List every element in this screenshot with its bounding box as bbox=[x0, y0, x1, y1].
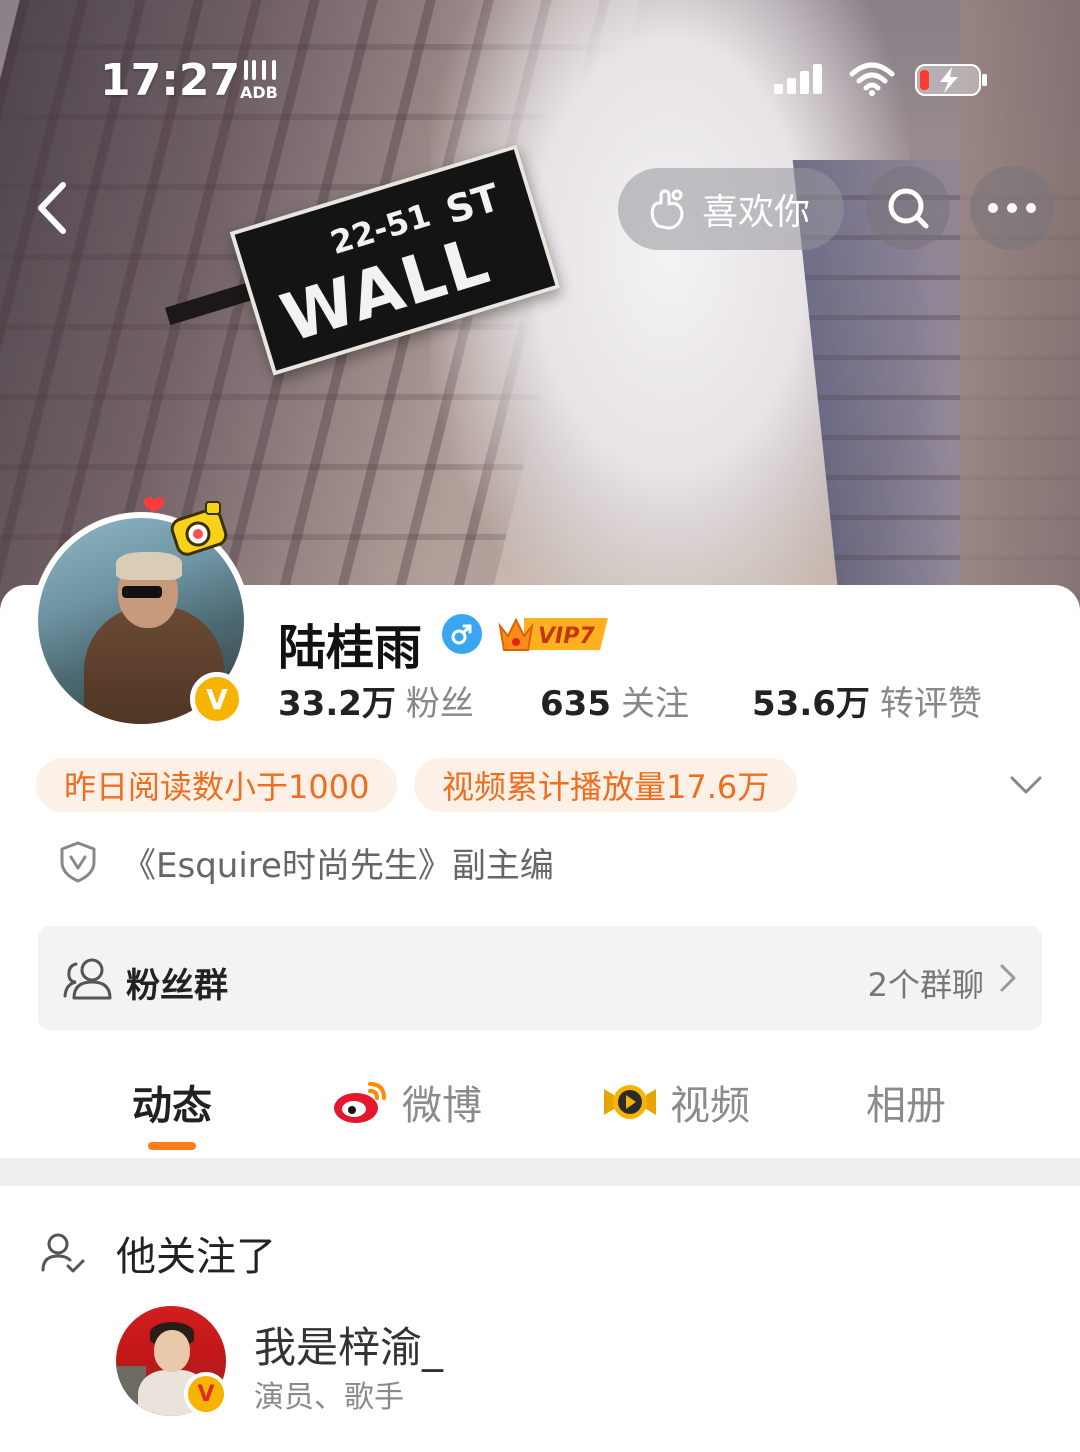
video-logo-icon bbox=[604, 1085, 656, 1119]
tab-album[interactable]: 相册 bbox=[866, 1074, 946, 1130]
tab-weibo[interactable]: 微博 bbox=[332, 1074, 482, 1130]
stat-following[interactable]: 635 关注 bbox=[540, 676, 689, 725]
followed-user-desc: 演员、歌手 bbox=[254, 1380, 404, 1415]
stat-interactions[interactable]: 53.6万 转评赞 bbox=[752, 676, 982, 725]
like-you-label: 喜欢你 bbox=[702, 192, 811, 233]
vip-label: VIP7 bbox=[538, 624, 595, 649]
followed-user-verified-badge: V bbox=[184, 1372, 228, 1416]
followed-header: 他关注了 bbox=[40, 1226, 276, 1280]
weibo-logo-icon bbox=[334, 1082, 386, 1123]
stat-fans-label: 粉丝 bbox=[405, 684, 474, 724]
group-users-icon bbox=[63, 958, 112, 1000]
tab-activity[interactable]: 动态 bbox=[132, 1074, 212, 1130]
fan-group-title: 粉丝群 bbox=[126, 966, 228, 1006]
active-tab-indicator bbox=[148, 1142, 196, 1150]
finger-heart-icon bbox=[650, 189, 684, 230]
back-button[interactable] bbox=[24, 176, 80, 240]
stat-following-label: 关注 bbox=[620, 684, 689, 724]
verified-badge: V bbox=[190, 672, 244, 726]
fan-group-row[interactable]: 粉丝群 2个群聊 bbox=[38, 926, 1042, 1030]
status-time: 17:27 bbox=[100, 55, 241, 106]
followed-user-name[interactable]: 我是梓渝_ bbox=[254, 1314, 443, 1375]
avatar-decoration-icon bbox=[140, 492, 236, 564]
tab-video-label: 视频 bbox=[670, 1083, 750, 1129]
stat-interactions-count: 53.6万 bbox=[752, 684, 870, 724]
battery-icon bbox=[914, 62, 990, 98]
more-button[interactable] bbox=[970, 166, 1054, 250]
adb-label: ADB bbox=[240, 83, 278, 100]
verification-text: 《Esquire时尚先生》副主编 bbox=[122, 845, 554, 886]
chevron-down-icon[interactable] bbox=[1006, 770, 1046, 800]
wifi-icon bbox=[848, 60, 896, 98]
chevron-right-icon bbox=[1000, 964, 1016, 992]
like-you-button[interactable]: 喜欢你 bbox=[618, 168, 844, 250]
fan-group-count: 2个群聊 bbox=[867, 966, 984, 1004]
section-divider bbox=[0, 1158, 1080, 1186]
vip-badge[interactable]: VIP7 bbox=[496, 612, 616, 656]
verification-info: 《Esquire时尚先生》副主编 bbox=[58, 838, 554, 886]
user-followed-icon bbox=[41, 1233, 85, 1273]
chevron-left-icon bbox=[38, 182, 66, 234]
stat-following-count: 635 bbox=[540, 684, 611, 724]
stat-fans[interactable]: 33.2万 粉丝 bbox=[278, 676, 474, 725]
tab-video[interactable]: 视频 bbox=[602, 1074, 750, 1130]
more-dots-icon bbox=[988, 203, 1036, 213]
profile-name: 陆桂雨 bbox=[278, 620, 423, 676]
shield-icon bbox=[60, 841, 96, 883]
followed-header-text: 他关注了 bbox=[116, 1234, 276, 1280]
stat-interactions-label: 转评赞 bbox=[879, 684, 982, 724]
stat-fans-count: 33.2万 bbox=[278, 684, 396, 724]
male-gender-icon bbox=[442, 614, 482, 654]
adb-icon: ADB bbox=[238, 60, 290, 102]
tag-video-plays[interactable]: 视频累计播放量17.6万 bbox=[414, 758, 798, 812]
search-icon bbox=[888, 188, 929, 229]
search-button[interactable] bbox=[866, 166, 950, 250]
signal-icon bbox=[774, 62, 830, 96]
tab-weibo-label: 微博 bbox=[402, 1083, 482, 1129]
tag-daily-reads[interactable]: 昨日阅读数小于1000 bbox=[36, 758, 398, 812]
